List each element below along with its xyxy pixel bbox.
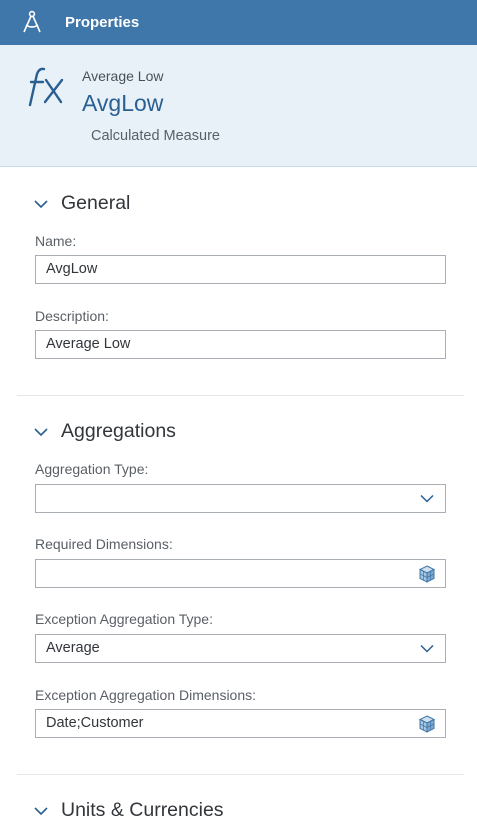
object-header: Average Low AvgLow Calculated Measure [0,45,477,167]
section-title: General [61,192,131,214]
name-field[interactable]: AvgLow [35,255,446,284]
description-field[interactable]: Average Low [35,330,446,359]
section-title: Aggregations [61,420,176,442]
chevron-down-icon [34,427,48,436]
cube-icon[interactable] [418,715,436,733]
required-dimensions-label: Required Dimensions: [35,536,173,552]
exception-type-select[interactable]: Average [35,634,446,663]
chevron-down-icon [34,806,48,815]
object-type: Calculated Measure [91,128,220,144]
required-dimensions-field[interactable] [35,559,446,588]
properties-toolbar: Properties [0,0,477,45]
aggregation-type-select[interactable] [35,484,446,513]
section-title: Units & Currencies [61,799,224,821]
chevron-down-icon [34,199,48,208]
description-label: Description: [35,308,109,324]
chevron-down-icon [420,494,434,503]
chevron-down-icon [420,644,434,653]
section-units-toggle[interactable]: Units & Currencies [34,799,224,822]
panel-title: Properties [65,14,140,31]
exception-dimensions-value: Date;Customer [46,715,144,731]
section-aggregations-toggle[interactable]: Aggregations [34,420,176,443]
name-value: AvgLow [46,261,98,277]
section-general-toggle[interactable]: General [34,192,130,215]
object-description: Average Low [82,68,164,84]
aggregation-type-label: Aggregation Type: [35,461,149,477]
name-label: Name: [35,233,77,249]
exception-type-label: Exception Aggregation Type: [35,611,213,627]
exception-dimensions-field[interactable]: Date;Customer [35,709,446,738]
fx-icon [28,67,64,107]
description-value: Average Low [46,336,131,352]
exception-dimensions-label: Exception Aggregation Dimensions: [35,687,257,703]
compass-icon [23,10,41,33]
cube-icon[interactable] [418,565,436,583]
section-divider [17,395,464,396]
section-divider [17,774,464,775]
object-name: AvgLow [82,90,164,116]
exception-type-value: Average [46,640,100,656]
